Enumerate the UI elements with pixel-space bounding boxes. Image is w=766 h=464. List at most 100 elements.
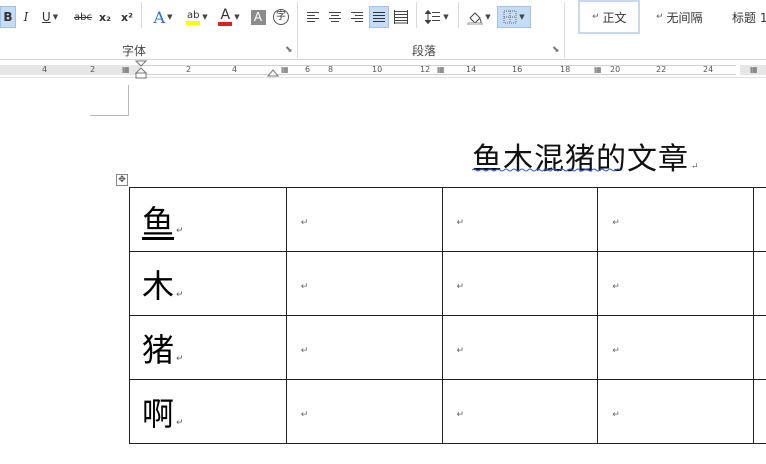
table-cell[interactable] xyxy=(753,251,766,316)
distributed-icon xyxy=(394,10,408,24)
ruler-label: 12 xyxy=(420,65,431,74)
table-column-marker[interactable]: ▦ xyxy=(750,65,758,74)
table-cell[interactable]: ↵ xyxy=(441,251,599,316)
table-cell[interactable] xyxy=(753,315,766,380)
separator xyxy=(458,2,459,28)
justify-button[interactable] xyxy=(369,6,389,28)
ruler-label: 8 xyxy=(328,65,334,74)
para-mark: ↵ xyxy=(612,346,620,356)
para-mark: ↵ xyxy=(691,162,700,172)
font-dialog-launcher-icon[interactable]: ⬊ xyxy=(285,45,293,55)
ruler-label: 4 xyxy=(42,65,48,74)
text-effect-button[interactable]: A ▼ xyxy=(148,6,178,28)
shading-button[interactable]: ▼ xyxy=(464,6,494,28)
table-cell[interactable]: ↵ xyxy=(285,379,443,444)
ruler-label: 6 xyxy=(305,65,311,74)
group-separator xyxy=(564,2,565,58)
font-color-label: A xyxy=(220,6,231,23)
style-normal[interactable]: ↵ 正文 xyxy=(578,0,640,34)
table-cell[interactable]: ↵ xyxy=(441,187,599,252)
ruler-label: 22 xyxy=(656,65,667,74)
table-cell[interactable] xyxy=(753,187,766,252)
table-cell[interactable]: 啊 ↵ xyxy=(129,379,287,444)
text-effect-icon: A xyxy=(153,7,166,27)
para-mark: ↵ xyxy=(456,218,465,228)
para-mark: ↵ xyxy=(176,417,184,428)
ruler-label: 20 xyxy=(610,65,621,74)
margin-corner-mark xyxy=(90,115,129,116)
bold-button[interactable]: B xyxy=(0,6,16,28)
table-cell[interactable]: ↵ xyxy=(441,315,599,380)
align-right-button[interactable] xyxy=(348,6,366,28)
line-spacing-button[interactable]: ▼ xyxy=(423,6,451,28)
align-center-icon xyxy=(329,12,341,22)
table-cell[interactable]: 木 ↵ xyxy=(129,251,287,316)
table-cell[interactable]: ↵ xyxy=(597,251,754,316)
ribbon: B I U▼ abc x₂ x² A▼ ab ▼ A ▼ A 字 字体 ⬊ xyxy=(0,0,766,60)
separator xyxy=(416,2,417,28)
ruler-label: 2 xyxy=(90,65,96,74)
para-mark: ↵ xyxy=(300,410,309,420)
para-mark: ↵ xyxy=(300,218,309,228)
borders-button[interactable]: ▼ xyxy=(497,6,531,28)
horizontal-ruler[interactable]: 4 2 2 4 6 8 10 12 14 16 18 20 22 24 ▦ ▦ … xyxy=(0,60,766,80)
ruler-label: 18 xyxy=(560,65,571,74)
table-cell[interactable]: 猪 ↵ xyxy=(129,315,287,380)
align-center-button[interactable] xyxy=(326,6,344,28)
para-mark: ↵ xyxy=(612,218,620,228)
highlight-swatch xyxy=(186,20,201,25)
table-cell[interactable]: ↵ xyxy=(285,187,443,252)
table-cell[interactable]: ↵ xyxy=(597,379,754,444)
style-no-spacing[interactable]: ↵ 无间隔 xyxy=(644,0,714,34)
ruler-label: 24 xyxy=(703,65,714,74)
ruler-left-margin xyxy=(0,65,140,75)
ruler-label: 14 xyxy=(466,65,477,74)
highlight-button[interactable]: ab ▼ xyxy=(182,6,212,28)
table-column-marker[interactable]: ▦ xyxy=(281,65,289,74)
char-shading-button[interactable]: A xyxy=(250,6,266,28)
table-cell[interactable]: ↵ xyxy=(285,315,443,380)
para-mark: ↵ xyxy=(176,225,184,236)
table-row: 木 ↵ ↵ ↵ ↵ xyxy=(129,251,766,316)
table-column-marker[interactable]: ▦ xyxy=(122,65,130,74)
right-indent-marker-icon[interactable] xyxy=(267,69,279,77)
italic-button[interactable]: I xyxy=(18,6,34,28)
enclose-char-icon: 字 xyxy=(273,9,289,25)
table-cell[interactable]: 鱼 ↵ xyxy=(129,187,287,252)
font-color-button[interactable]: A ▼ xyxy=(214,6,244,28)
align-right-icon xyxy=(351,12,363,22)
style-heading-1-label: 标题 1 xyxy=(732,10,766,25)
separator xyxy=(141,2,142,28)
table-cell[interactable]: ↵ xyxy=(597,187,754,252)
cell-text: 啊 xyxy=(142,394,175,433)
paragraph-group-label: 段落 xyxy=(412,44,437,58)
table-cell[interactable]: ↵ xyxy=(597,315,754,380)
indent-marker-icon[interactable] xyxy=(135,60,147,80)
paragraph-dialog-launcher-icon[interactable]: ⬊ xyxy=(552,45,560,55)
subscript-button[interactable]: x₂ xyxy=(96,6,114,28)
align-left-button[interactable] xyxy=(304,6,322,28)
ruler-label: 2 xyxy=(186,65,192,74)
underline-button[interactable]: U ▼ xyxy=(38,6,62,28)
font-color-swatch xyxy=(218,21,233,26)
para-mark: ↵ xyxy=(300,282,309,292)
table-column-marker[interactable]: ▦ xyxy=(437,65,445,74)
cell-text: 木 xyxy=(142,266,175,305)
table-cell[interactable] xyxy=(753,379,766,444)
para-mark: ↵ xyxy=(456,346,465,356)
enclose-char-button[interactable]: 字 xyxy=(272,6,290,28)
table-cell[interactable]: ↵ xyxy=(285,251,443,316)
table-row: 鱼 ↵ ↵ ↵ ↵ xyxy=(129,187,766,252)
strikethrough-button[interactable]: abc xyxy=(72,6,94,28)
document-table[interactable]: 鱼 ↵ ↵ ↵ ↵ 木 ↵ ↵ ↵ ↵ 猪 ↵ ↵ ↵ ↵ 啊 ↵ ↵ ↵ ↵ xyxy=(129,187,766,444)
distributed-button[interactable] xyxy=(392,6,410,28)
font-color-icon: A xyxy=(218,6,233,26)
cell-text: 猪 xyxy=(142,330,175,369)
table-move-handle-icon[interactable]: ✥ xyxy=(116,174,128,186)
chevron-down-icon: ▼ xyxy=(485,13,491,21)
margin-corner-mark xyxy=(128,85,129,115)
table-column-marker[interactable]: ▦ xyxy=(594,65,602,74)
style-heading-1[interactable]: 标题 1 xyxy=(720,0,766,34)
table-cell[interactable]: ↵ xyxy=(441,379,599,444)
superscript-button[interactable]: x² xyxy=(118,6,136,28)
